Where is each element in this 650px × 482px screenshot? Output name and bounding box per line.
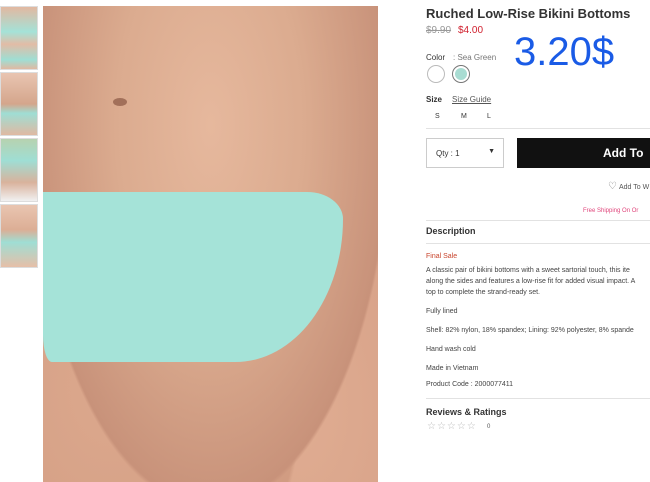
description-line: A classic pair of bikini bottoms with a …	[426, 267, 630, 274]
divider	[426, 398, 650, 399]
main-product-image[interactable]	[43, 6, 378, 482]
divider	[426, 128, 650, 129]
heart-icon: ♡	[608, 181, 617, 192]
detail-product-code: Product Code : 2000077411	[426, 381, 514, 388]
quantity-value: Qty : 1	[436, 149, 460, 158]
divider	[426, 243, 650, 244]
description-line: along the sides and features a low-rise …	[426, 278, 636, 285]
thumbnail-image[interactable]	[0, 138, 38, 202]
add-to-bag-button[interactable]: Add To	[517, 138, 650, 168]
overlay-price: 3.20$	[514, 30, 615, 74]
size-option-l[interactable]: L	[487, 113, 491, 120]
free-shipping-note: Free Shipping On Or	[583, 208, 639, 214]
description-heading: Description	[426, 226, 476, 236]
size-option-s[interactable]: S	[435, 113, 440, 120]
final-sale-label: Final Sale	[426, 253, 458, 260]
description-line: top to complete the strand-ready set.	[426, 289, 541, 296]
thumbnail-image[interactable]	[0, 72, 38, 136]
detail-origin: Made in Vietnam	[426, 365, 479, 372]
color-label: Color	[426, 53, 446, 62]
navel	[113, 98, 127, 106]
size-guide-link[interactable]: Size Guide	[452, 95, 491, 104]
thumbnail-image[interactable]	[0, 6, 38, 70]
original-price: $9.90	[426, 25, 452, 36]
review-count: 0	[487, 424, 491, 430]
thumbnail-image[interactable]	[0, 204, 38, 268]
add-to-wishlist-link[interactable]: ♡ Add To W	[608, 181, 649, 192]
color-value: : Sea Green	[453, 53, 497, 62]
color-swatch-sea-green[interactable]	[452, 65, 470, 83]
wishlist-label: Add To W	[618, 184, 650, 191]
rating-stars-icon: ☆☆☆☆☆	[427, 421, 477, 432]
detail-lining: Fully lined	[426, 308, 458, 315]
detail-fabric: Shell: 82% nylon, 18% spandex; Lining: 9…	[426, 327, 634, 334]
detail-care: Hand wash cold	[426, 346, 476, 353]
thumbnail-gallery	[0, 6, 40, 270]
size-label: Size	[426, 95, 443, 104]
description-text: A classic pair of bikini bottoms with a …	[426, 265, 650, 298]
product-title: Ruched Low-Rise Bikini Bottoms	[426, 6, 631, 21]
sale-price: $4.00	[458, 25, 484, 36]
color-swatch-white[interactable]	[427, 65, 445, 83]
caret-down-icon: ▼	[488, 148, 495, 155]
reviews-heading: Reviews & Ratings	[426, 407, 507, 417]
size-option-m[interactable]: M	[461, 113, 467, 120]
quantity-select[interactable]: Qty : 1 ▼	[426, 138, 504, 168]
divider	[426, 220, 650, 221]
